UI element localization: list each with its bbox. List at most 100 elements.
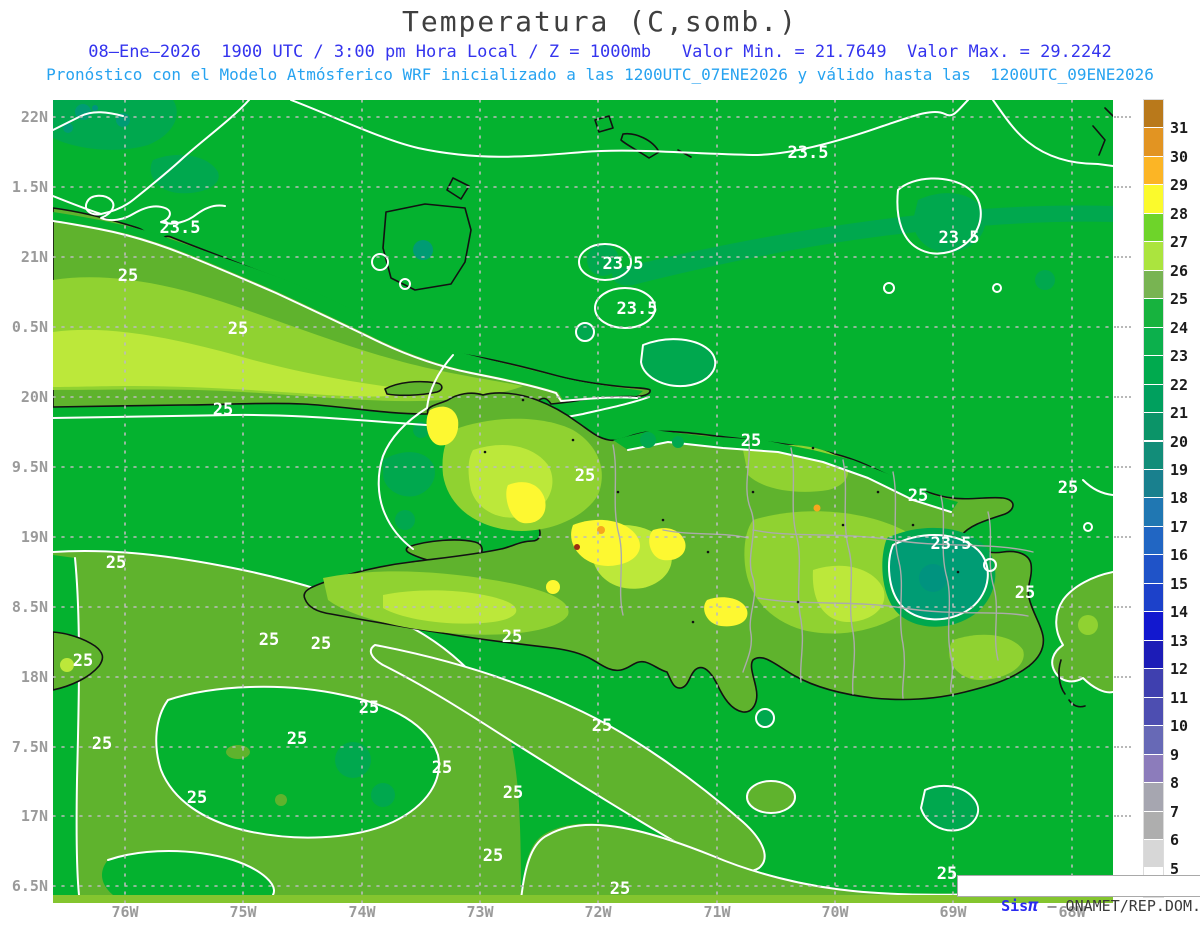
contour-label: 25 [575,466,595,486]
colorbar-tick-label: 13 [1170,631,1189,650]
colorbar-cell [1144,754,1163,783]
subtitle-datetime: 08–Ene–2026 1900 UTC / 3:00 pm Hora Loca… [88,42,1112,62]
colorbar-swatches [1143,99,1164,898]
contour-label: 23.5 [939,228,980,248]
contour-label: 25 [73,651,93,671]
gridline-extension [1114,466,1131,468]
colorbar-tick-label: 20 [1170,432,1189,451]
colorbar-tick-label: 19 [1170,461,1189,480]
contour-label: 25 [118,266,138,286]
contour-label: 25 [287,729,307,749]
gridline-extension [1114,116,1131,118]
lat-tick-label: 18N [20,668,48,686]
map-canvas: 23.5 25 25 25 23.5 23.5 23.5 23.5 25 25 25 23.5 25 25… [52,99,1114,904]
colorbar-cell [1144,384,1163,413]
gridline-extension [1114,815,1131,817]
contour-label: 25 [503,783,523,803]
colorbar-tick-label: 22 [1170,375,1189,394]
contour-label: 25 [106,553,126,573]
contour-label: 23.5 [931,534,972,554]
contour-label: 25 [228,319,248,339]
contour-label: 25 [432,758,452,778]
lon-tick-label: 74W [348,903,376,921]
colorbar-cell [1144,583,1163,612]
colorbar-tick-label: 14 [1170,603,1189,622]
colorbar-tick-label: 15 [1170,574,1189,593]
colorbar-cell [1144,100,1163,128]
weather-map-page: Temperatura (C,somb.) 08–Ene–2026 1900 U… [0,0,1200,927]
lat-tick-label: 19N [20,528,48,546]
contour-label: 25 [187,788,207,808]
lat-tick-label: 0.5N [11,318,48,336]
lon-tick-label: 71W [703,903,731,921]
gridline-extension [1114,256,1131,258]
contour-label: 25 [92,734,112,754]
credit-org: – ONAMET/REP.DOM. [1038,897,1200,915]
lat-tick-label: 6.5N [11,877,48,895]
colorbar-tick-label: 29 [1170,176,1189,195]
colorbar-cell [1144,612,1163,640]
gridline-extension [1114,606,1131,608]
colorbar-tick-label: 10 [1170,717,1189,736]
contour-label: 25 [937,864,957,884]
colorbar-tick-label: 31 [1170,119,1189,138]
lat-tick-label: 17N [20,807,48,825]
colorbar-cell [1144,783,1163,811]
colorbar-cell [1144,242,1163,270]
gridline-extension [1114,536,1131,538]
colorbar-tick-label: 23 [1170,347,1189,366]
colorbar-cell [1144,840,1163,868]
subtitle-model-validity: Pronóstico con el Modelo Atmósferico WRF… [46,65,1154,84]
colorbar-cell [1144,270,1163,299]
lon-tick-label: 72W [584,903,612,921]
colorbar-tick-label: 7 [1170,802,1180,821]
lat-tick-label: 22N [20,108,48,126]
contour-label: 25 [908,486,928,506]
contour-label: 23.5 [603,254,644,274]
colorbar-cell [1144,156,1163,185]
temperature-shaded-map: 23.5 25 25 25 23.5 23.5 23.5 23.5 25 25 25 23.5 25 25… [52,99,1114,904]
colorbar-tick-label: 25 [1170,290,1189,309]
colorbar-cell [1144,669,1163,697]
colorbar-cell [1144,470,1163,498]
colorbar-tick-label: 8 [1170,774,1180,793]
colorbar-cell [1144,526,1163,555]
contour-label: 25 [502,627,522,647]
credit-badge: Sisπ – ONAMET/REP.DOM. [957,875,1200,916]
colorbar-tick-label: 30 [1170,147,1189,166]
contour-label: 25 [259,630,279,650]
lon-tick-label: 76W [111,903,139,921]
colorbar-cell [1144,811,1163,839]
gridline-extension [1114,186,1131,188]
colorbar-cell [1144,128,1163,156]
lon-tick-label: 73W [466,903,494,921]
contour-label: 23.5 [160,218,201,238]
colorbar-tick-label: 11 [1170,688,1189,707]
contour-label: 25 [610,879,630,899]
page-title: Temperatura (C,somb.) [401,5,798,38]
gridline-extension [1114,326,1131,328]
colorbar-cell [1144,185,1163,213]
gridline-extension [1114,746,1131,748]
colorbar-tick-label: 24 [1170,318,1189,337]
colorbar-cell [1144,640,1163,669]
colorbar-cell [1144,697,1163,726]
gridline-extension [1114,676,1131,678]
colorbar-cell [1144,299,1163,327]
colorbar-tick-label: 9 [1170,745,1180,764]
colorbar: 31 30 29 28 27 26 25 24 23 22 21 20 19 18 17 16 15 14 13 12… [1143,99,1200,900]
colorbar-tick-label: 27 [1170,233,1189,252]
contour-label: 25 [592,716,612,736]
colorbar-cell [1144,726,1163,754]
colorbar-tick-label: 26 [1170,261,1189,280]
colorbar-cell [1144,441,1163,469]
gridline-extension [1114,396,1131,398]
colorbar-cell [1144,327,1163,356]
colorbar-tick-label: 28 [1170,204,1189,223]
contour-label: 25 [359,698,379,718]
contour-label: 25 [483,846,503,866]
colorbar-tick-label: 17 [1170,517,1189,536]
colorbar-cell [1144,555,1163,583]
colorbar-cell [1144,498,1163,526]
lat-tick-label: 1.5N [11,178,48,196]
